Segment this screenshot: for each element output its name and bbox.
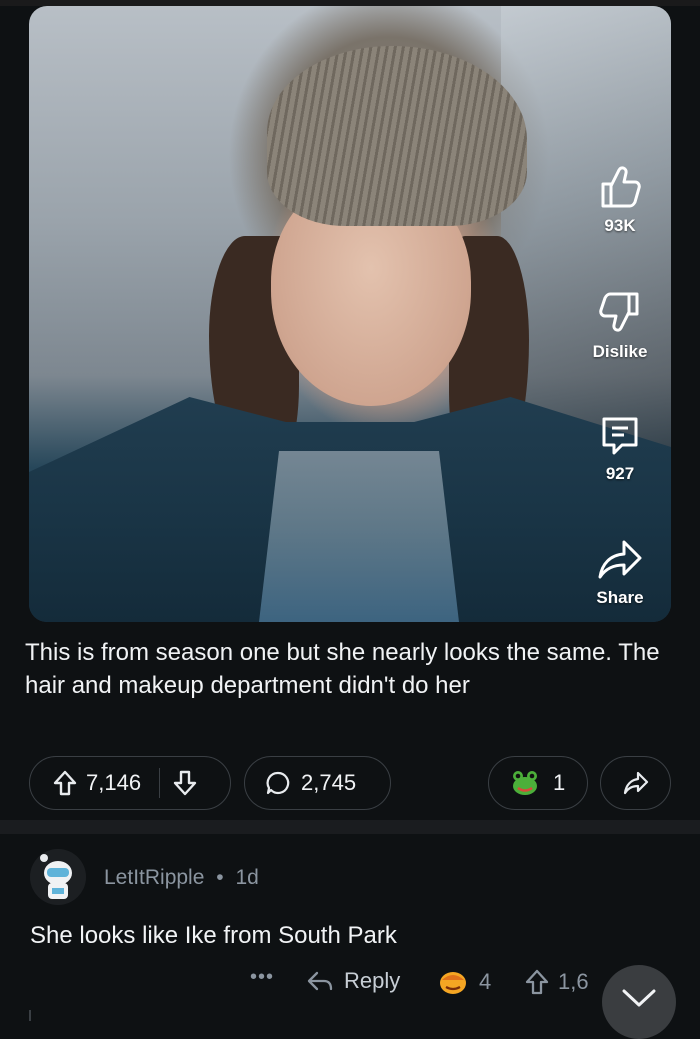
dislike-label: Dislike: [592, 342, 648, 361]
award-count: 1: [553, 770, 566, 795]
arrow-up-icon[interactable]: [52, 769, 78, 797]
vote-count: 7,146: [86, 770, 142, 795]
meta-separator: •: [216, 866, 224, 889]
like-count: 93K: [604, 216, 636, 235]
like-button[interactable]: 93K: [570, 162, 670, 236]
reply-button[interactable]: Reply: [306, 968, 400, 994]
section-divider: [0, 820, 700, 834]
frog-award-icon: [513, 771, 537, 795]
video-frame-hat: [267, 46, 527, 226]
comment-award-count: 4: [479, 969, 492, 994]
comment-meta: LetItRipple • 1d: [104, 866, 259, 890]
video-frame-hoodie: [259, 451, 459, 622]
comment-upvote-count: 1,6: [558, 969, 589, 994]
comment-upvote-button[interactable]: 1,6: [524, 968, 589, 996]
comment-body: She looks like Ike from South Park: [30, 922, 397, 949]
astronaut-avatar-icon: [30, 849, 86, 905]
reply-label: Reply: [344, 968, 401, 993]
avatar[interactable]: [30, 849, 86, 905]
comment-icon: [602, 417, 638, 455]
scroll-down-button[interactable]: [602, 965, 676, 1039]
award-pill-button[interactable]: 1: [488, 756, 588, 810]
comment-actions: ••• Reply 4 1,6: [0, 964, 700, 1004]
comments-count: 2,745: [301, 770, 357, 795]
arrow-up-icon: [525, 969, 549, 995]
arrow-down-icon[interactable]: [172, 769, 198, 797]
comment-age: 1d: [235, 866, 259, 889]
award-face-icon: [440, 972, 466, 994]
comments-pill-button[interactable]: 2,745: [244, 756, 391, 810]
comments-button[interactable]: 927: [570, 414, 670, 484]
post-caption: This is from season one but she nearly l…: [25, 639, 660, 699]
thread-line: [29, 1010, 31, 1021]
comment-bubble-icon: [266, 771, 290, 795]
share-arrow-icon: [598, 540, 642, 579]
share-button[interactable]: Share: [570, 538, 670, 608]
reply-arrow-icon: [307, 971, 333, 991]
dislike-button[interactable]: Dislike: [570, 290, 670, 362]
share-label: Share: [596, 588, 644, 607]
more-options-button[interactable]: •••: [250, 966, 274, 989]
thumbs-down-icon: [599, 292, 639, 332]
chevron-down-icon: [622, 989, 656, 1007]
comment-username[interactable]: LetItRipple: [104, 866, 204, 889]
share-arrow-icon: [623, 771, 648, 795]
comment-count: 927: [605, 464, 635, 483]
vote-bar: 7,146: [29, 756, 231, 810]
share-pill-button[interactable]: [600, 756, 671, 810]
thumbs-up-icon: [601, 166, 641, 208]
comment-award-button[interactable]: 4: [437, 968, 491, 996]
vote-divider: [159, 768, 161, 798]
